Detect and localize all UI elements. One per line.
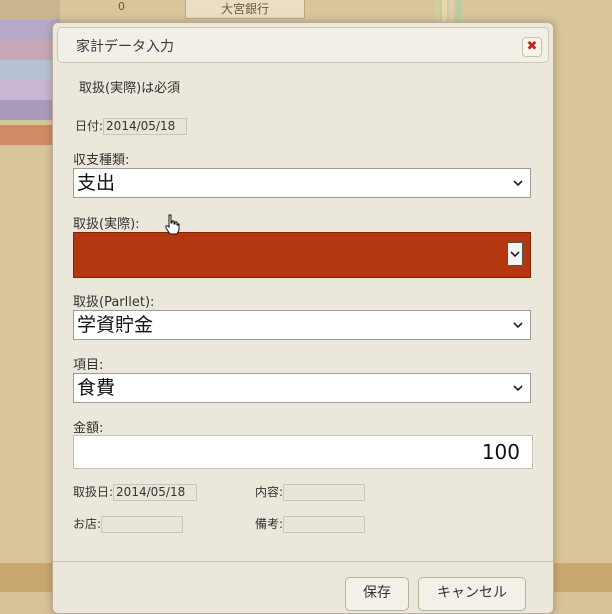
date-label: 日付: bbox=[75, 119, 104, 133]
background-bank-cell: 大宮銀行 bbox=[185, 0, 305, 19]
save-button[interactable]: 保存 bbox=[345, 577, 409, 611]
chevron-down-icon bbox=[512, 374, 524, 413]
background-row bbox=[0, 20, 60, 40]
actual-select[interactable] bbox=[73, 232, 531, 278]
cancel-button[interactable]: キャンセル bbox=[418, 577, 526, 611]
chevron-down-icon bbox=[512, 311, 524, 350]
trade-date-label: 取扱日: bbox=[73, 485, 114, 499]
dialog-title: 家計データ入力 bbox=[76, 39, 174, 55]
close-icon: ✖ bbox=[526, 39, 538, 54]
required-note: 取扱(実際)は必須 bbox=[79, 81, 181, 96]
shop-label: お店: bbox=[73, 517, 102, 531]
item-select[interactable]: 食費 bbox=[73, 373, 531, 403]
memo-input[interactable] bbox=[283, 516, 366, 533]
content-input[interactable] bbox=[283, 484, 366, 501]
parllet-select-value: 学資貯金 bbox=[77, 314, 154, 336]
type-select-value: 支出 bbox=[77, 172, 116, 194]
amount-label: 金額: bbox=[73, 421, 104, 436]
household-data-dialog: 家計データ入力 ✖ 取扱(実際)は必須 日付: 2014/05/18 収支種類: … bbox=[52, 22, 554, 614]
content-field: 内容: bbox=[255, 483, 366, 501]
background-row bbox=[0, 100, 60, 120]
actual-dropdown-button[interactable] bbox=[507, 242, 523, 266]
date-input[interactable]: 2014/05/18 bbox=[103, 118, 188, 135]
chevron-down-icon bbox=[512, 169, 524, 208]
parllet-select[interactable]: 学資貯金 bbox=[73, 310, 531, 340]
dialog-titlebar[interactable]: 家計データ入力 ✖ bbox=[57, 27, 549, 63]
parllet-label: 取扱(Parllet): bbox=[73, 295, 155, 310]
background-row bbox=[0, 60, 60, 80]
date-field: 日付: 2014/05/18 bbox=[75, 117, 188, 135]
hand-cursor-icon bbox=[165, 214, 180, 235]
content-label: 内容: bbox=[255, 485, 284, 499]
item-select-value: 食費 bbox=[77, 377, 116, 399]
trade-date-input[interactable]: 2014/05/18 bbox=[113, 484, 198, 501]
background-row bbox=[0, 0, 60, 20]
background-row bbox=[0, 125, 60, 145]
shop-field: お店: bbox=[73, 515, 184, 533]
background-row bbox=[0, 40, 60, 60]
type-select[interactable]: 支出 bbox=[73, 168, 531, 198]
item-label: 項目: bbox=[73, 358, 104, 373]
chevron-down-icon bbox=[510, 251, 520, 258]
memo-label: 備考: bbox=[255, 517, 284, 531]
background-zero-value: 0 bbox=[118, 0, 125, 13]
background-table bbox=[0, 0, 60, 160]
amount-input[interactable]: 100 bbox=[73, 435, 533, 469]
type-label: 収支種類: bbox=[73, 153, 130, 168]
shop-input[interactable] bbox=[101, 516, 184, 533]
dialog-divider bbox=[53, 561, 553, 562]
memo-field: 備考: bbox=[255, 515, 366, 533]
trade-date-field: 取扱日: 2014/05/18 bbox=[73, 483, 198, 501]
background-row bbox=[0, 80, 60, 100]
actual-label: 取扱(実際): bbox=[73, 217, 140, 232]
close-button[interactable]: ✖ bbox=[522, 37, 542, 57]
